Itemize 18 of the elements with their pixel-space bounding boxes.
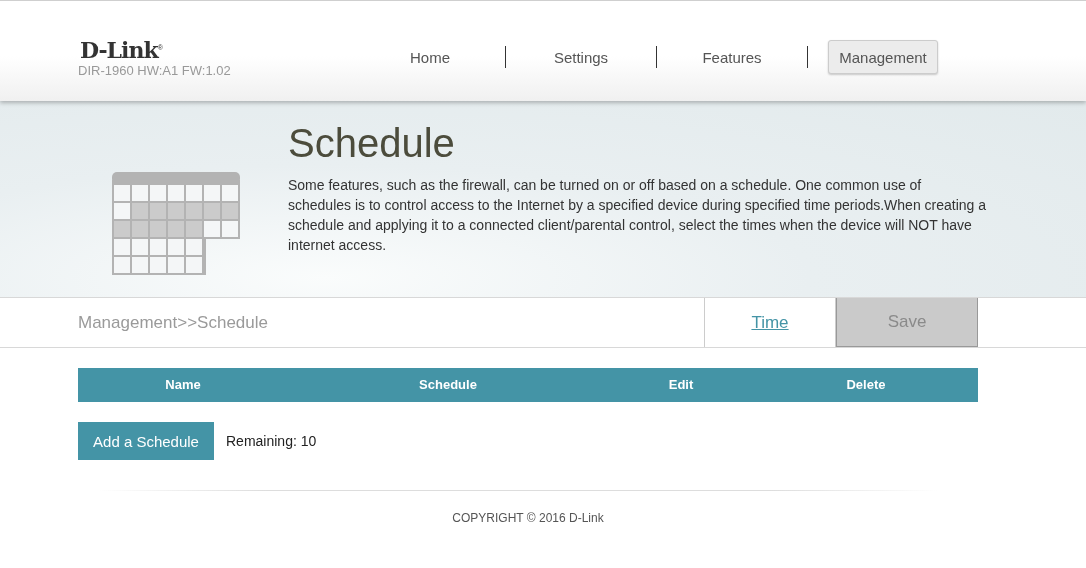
column-header: Schedule bbox=[418, 376, 478, 394]
page-title: Schedule bbox=[288, 120, 456, 167]
page-description: Some features, such as the firewall, can be turned on or off based on a schedule. One common use of schedules is to control access to the Internet by a specified device during specified time periods.When creating a schedule and applying it to a connected client/parental control, select the times when the device will NOT have internet access. bbox=[288, 176, 988, 255]
breadcrumb: Management>>Schedule bbox=[78, 312, 268, 333]
nav-tab[interactable]: Home bbox=[355, 40, 505, 74]
add-schedule-button[interactable]: Add a Schedule bbox=[78, 422, 214, 460]
copyright-text: COPYRIGHT © 2016 D-Link bbox=[451, 511, 605, 525]
model-info: DIR-1960 HW:A1 FW:1.02 bbox=[78, 63, 232, 80]
column-header: Delete bbox=[845, 376, 887, 394]
nav-tab[interactable]: Settings bbox=[506, 40, 656, 74]
column-header: Edit bbox=[667, 376, 695, 394]
remaining-count: Remaining: 10 bbox=[226, 433, 317, 449]
column-header: Name bbox=[164, 376, 202, 394]
d-link-logo: D-Link$^{®}$ bbox=[79, 36, 162, 64]
nav-tab[interactable]: Management bbox=[828, 40, 938, 74]
time-link[interactable]: Time bbox=[704, 298, 836, 347]
calendar-icon bbox=[112, 172, 240, 275]
nav-tab[interactable]: Features bbox=[657, 40, 807, 74]
